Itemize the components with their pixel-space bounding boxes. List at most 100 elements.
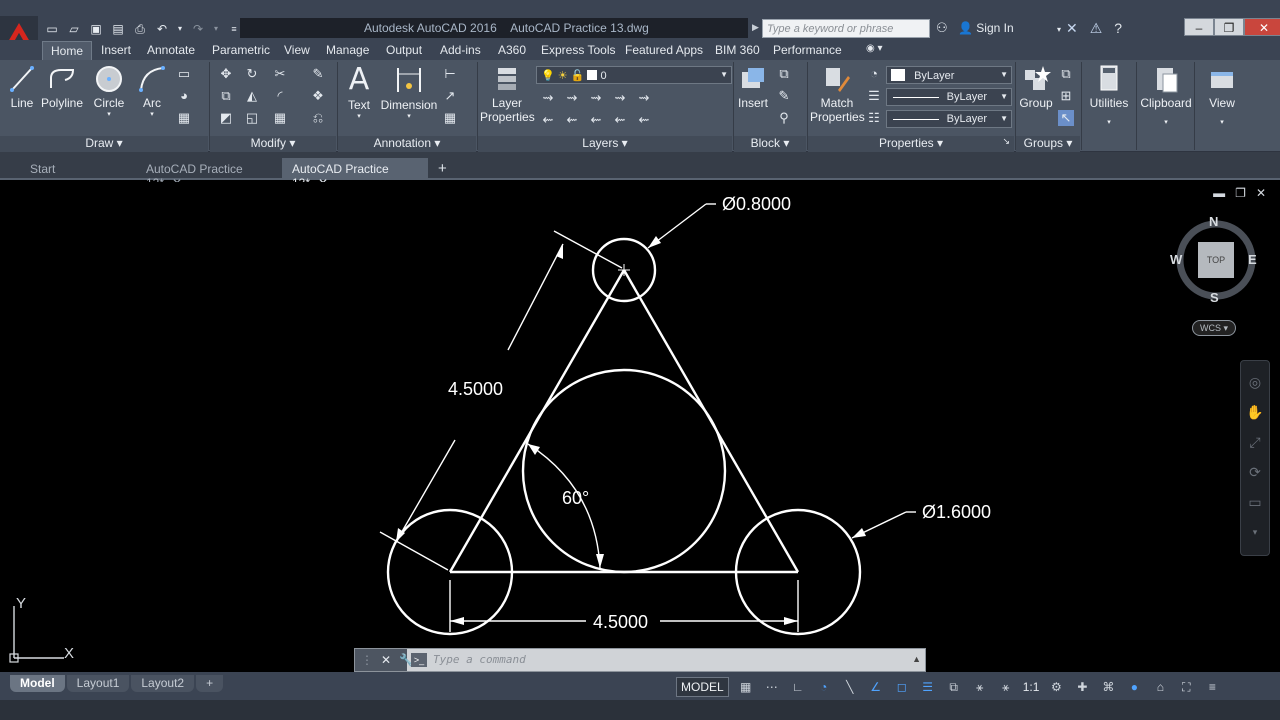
array-icon[interactable]: ▦ [272,110,288,126]
new-layout-button[interactable]: + [196,675,224,692]
compass-south[interactable]: S [1210,290,1219,305]
selection-cycling-icon[interactable]: ⧉ [945,678,963,696]
match-properties-button[interactable]: Match Properties [810,64,865,124]
drawing-canvas[interactable]: Ø0.8000 Ø1.6000 4.5000 4.5000 60° ▬ ❐ ✕ … [0,182,1280,672]
restore-button[interactable]: ❐ [1214,18,1244,36]
leader-icon[interactable]: ↗ [442,88,458,104]
viewcube[interactable]: TOP N S E W [1168,212,1268,312]
polar-tracking-icon[interactable]: ◔ [815,678,833,696]
undo-icon[interactable]: ↶ [154,22,170,36]
group-button[interactable]: Group [1018,64,1054,110]
tab-bim-360[interactable]: BIM 360 [715,43,760,57]
tab-annotate[interactable]: Annotate [147,43,195,57]
viewport-restore-icon[interactable]: ❐ [1235,186,1246,200]
dimension-button[interactable]: Dimension ▾ [380,64,438,120]
save-icon[interactable]: ▣ [88,22,104,36]
plot-icon[interactable]: ⎙ [132,22,148,36]
draw-panel-footer[interactable]: Draw ▾ [0,136,208,152]
infer-constraints-icon[interactable]: ∟ [789,678,807,696]
move-icon[interactable]: ✥ [218,66,234,82]
text-button[interactable]: A Text ▾ [344,64,374,121]
view-button[interactable]: View ▾ [1200,64,1244,126]
tab-view[interactable]: View [284,43,310,57]
tab-insert[interactable]: Insert [101,43,131,57]
dim-large-diameter-text[interactable]: Ø1.6000 [922,502,991,522]
wcs-menu[interactable]: WCS ▾ [1192,320,1236,336]
offset-icon[interactable]: ⎌ [310,110,326,126]
rotate-icon[interactable]: ↻ [244,66,260,82]
properties-panel-footer[interactable]: Properties ▾ ↘ [808,136,1014,152]
auto-scale-icon[interactable]: ⚹ [997,678,1015,696]
lineweight-dropdown[interactable]: ByLayer ▼ [886,88,1012,106]
lineweight-toggle-icon[interactable]: ☰ [919,678,937,696]
layout-tab-layout2[interactable]: Layout2 [131,675,195,692]
workspace-gear-icon[interactable]: ⚙ [1047,678,1065,696]
layer-tool-3-icon[interactable]: ⇝ [588,90,604,106]
viewport-minimize-icon[interactable]: ▬ [1213,186,1225,200]
command-line-close-icon[interactable]: ✕ [381,653,391,667]
file-tab-practice-12[interactable]: AutoCAD Practice 12*✕ [136,158,280,190]
command-history-icon[interactable]: ▲ [912,654,921,664]
layer-tool-9-icon[interactable]: ⇜ [612,112,628,128]
clean-screen-icon[interactable]: ⛶ [1177,678,1195,696]
binoculars-icon[interactable]: ⚇ [936,20,948,36]
new-tab-button[interactable]: + [432,158,458,180]
annotation-visibility-icon[interactable]: ⚹ [971,678,989,696]
explode-icon[interactable]: ❖ [310,88,326,104]
units-icon[interactable]: ⌘ [1099,678,1117,696]
layer-dropdown[interactable]: 💡 ☀ 🔓 0 ▼ [536,66,732,84]
group-edit-icon[interactable]: ⊞ [1058,88,1074,104]
layer-properties-button[interactable]: Layer Properties [480,64,535,124]
line-button[interactable]: Line [8,64,36,110]
layer-tool-2-icon[interactable]: ⇝ [564,90,580,106]
lineweight-icon[interactable]: ☰ [866,88,882,104]
redo-icon[interactable]: ↷ [190,22,206,36]
tab-parametric[interactable]: Parametric [212,43,270,57]
attribute-icon[interactable]: ⚲ [776,110,792,126]
drawing-svg[interactable]: Ø0.8000 Ø1.6000 4.5000 4.5000 60° [0,182,1280,672]
search-input[interactable]: Type a keyword or phrase [762,19,930,38]
annotation-monitor-icon[interactable]: ✚ [1073,678,1091,696]
modify-panel-footer[interactable]: Modify ▾ [210,136,336,152]
navbar-customize-icon[interactable]: ▾ [1246,523,1264,541]
close-button[interactable]: ✕ [1244,18,1280,36]
inscribed-circle[interactable] [521,368,727,574]
dim-angle-text[interactable]: 60° [562,488,589,508]
exchange-apps-icon[interactable]: ✕ [1066,20,1078,37]
annotation-panel-footer[interactable]: Annotation ▾ [338,136,476,152]
help-icon[interactable]: ? [1114,20,1122,37]
open-icon[interactable]: ▱ [66,22,82,36]
tab-featured-apps[interactable]: Featured Apps [625,43,703,57]
utilities-button[interactable]: Utilities ▾ [1086,64,1132,126]
color-wheel-icon[interactable]: ◔ [866,66,882,82]
tab-add-ins[interactable]: Add-ins [440,43,481,57]
autodesk-a360-icon[interactable]: ⚠ [1090,20,1103,37]
layers-panel-footer[interactable]: Layers ▾ [478,136,732,152]
orbit-icon[interactable]: ⟳ [1246,463,1264,481]
isodraft-icon[interactable]: ╲ [841,678,859,696]
file-tab-start[interactable]: Start [20,158,134,180]
undo-dropdown-icon[interactable]: ▾ [176,22,184,36]
pan-icon[interactable]: ✋ [1246,403,1264,421]
tab-manage[interactable]: Manage [326,43,369,57]
fillet-icon[interactable]: ◜ [272,88,288,104]
snap-icon[interactable]: ⋯ [763,678,781,696]
boundary-icon[interactable]: ▦ [176,110,192,126]
command-prompt-icon[interactable]: >_ [411,653,427,667]
layout-tab-layout1[interactable]: Layout1 [66,675,130,692]
linear-dim-icon[interactable]: ⊢ [442,66,458,82]
circle-button[interactable]: Circle ▾ [92,64,126,118]
group-selection-icon[interactable]: ↖ [1058,110,1074,126]
create-block-icon[interactable]: ⧉ [776,66,792,82]
layer-tool-5-icon[interactable]: ⇝ [636,90,652,106]
copy-icon[interactable]: ⧉ [218,88,234,104]
hardware-acceleration-icon[interactable]: ⌂ [1151,678,1169,696]
linetype-icon[interactable]: ☷ [866,110,882,126]
properties-dialog-launcher-icon[interactable]: ↘ [1002,136,1010,147]
edit-block-icon[interactable]: ✎ [776,88,792,104]
groups-panel-footer[interactable]: Groups ▾ [1016,136,1080,152]
erase-icon[interactable]: ✎ [310,66,326,82]
isolate-objects-icon[interactable]: ● [1125,678,1143,696]
steering-wheel-icon[interactable]: ◎ [1246,373,1264,391]
layer-tool-8-icon[interactable]: ⇜ [588,112,604,128]
